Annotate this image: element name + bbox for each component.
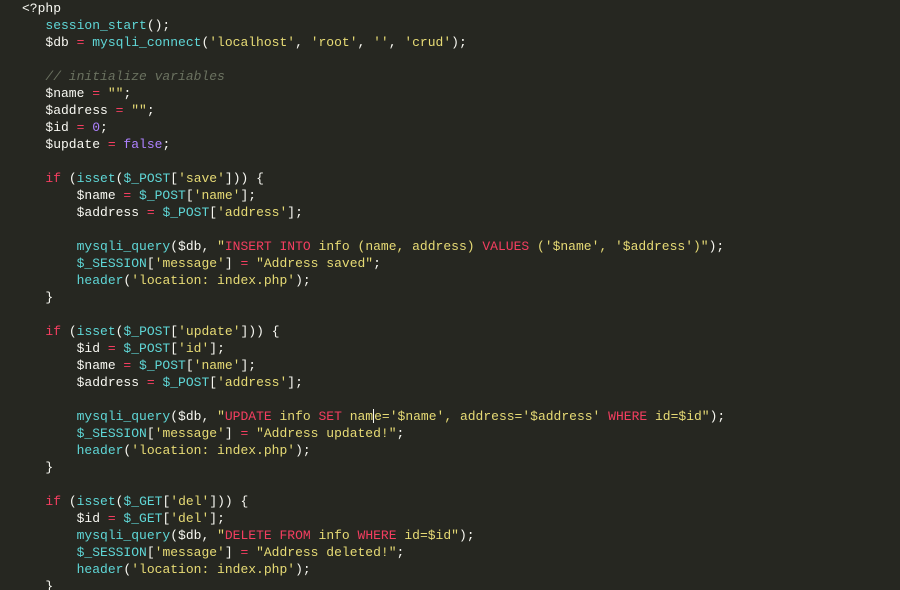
bool-false: false bbox=[123, 137, 162, 152]
str-dq-empty: "" bbox=[108, 86, 124, 101]
comment-init: // initialize variables bbox=[45, 69, 224, 84]
str-root: 'root' bbox=[311, 35, 358, 50]
fn-mysqli-query: mysqli_query bbox=[77, 239, 171, 254]
var-update: $update bbox=[45, 137, 100, 152]
var-db: $db bbox=[45, 35, 68, 50]
fn-header: header bbox=[77, 273, 124, 288]
str-localhost: 'localhost' bbox=[209, 35, 295, 50]
str-crud: 'crud' bbox=[404, 35, 451, 50]
paren-close: ); bbox=[451, 35, 467, 50]
str-save: 'save' bbox=[178, 171, 225, 186]
global-post: $_POST bbox=[123, 171, 170, 186]
sql-update: UPDATE bbox=[225, 409, 272, 424]
num-zero: 0 bbox=[92, 120, 100, 135]
str-del: 'del' bbox=[170, 494, 209, 509]
str-update: 'update' bbox=[178, 324, 240, 339]
var-address: $address bbox=[45, 103, 107, 118]
var-name: $name bbox=[45, 86, 84, 101]
fn-session-start: session_start bbox=[45, 18, 146, 33]
paren: (); bbox=[147, 18, 170, 33]
fn-isset: isset bbox=[77, 171, 116, 186]
brace-close: } bbox=[45, 290, 53, 305]
sql-delete: DELETE bbox=[225, 528, 272, 543]
str-location: 'location: index.php' bbox=[131, 273, 295, 288]
var-id: $id bbox=[45, 120, 68, 135]
code-editor[interactable]: <?php session_start(); $db = mysqli_conn… bbox=[0, 0, 900, 590]
global-session: $_SESSION bbox=[77, 256, 147, 271]
str-deleted: "Address deleted!" bbox=[256, 545, 396, 560]
sql-insert: INSERT bbox=[225, 239, 272, 254]
str-updated: "Address updated!" bbox=[256, 426, 396, 441]
op-assign: = bbox=[69, 35, 92, 50]
global-get: $_GET bbox=[123, 494, 162, 509]
str-empty: '' bbox=[373, 35, 389, 50]
kw-if: if bbox=[45, 171, 61, 186]
php-open-tag: <?php bbox=[22, 1, 61, 16]
fn-mysqli-connect: mysqli_connect bbox=[92, 35, 201, 50]
str-saved: "Address saved" bbox=[256, 256, 373, 271]
